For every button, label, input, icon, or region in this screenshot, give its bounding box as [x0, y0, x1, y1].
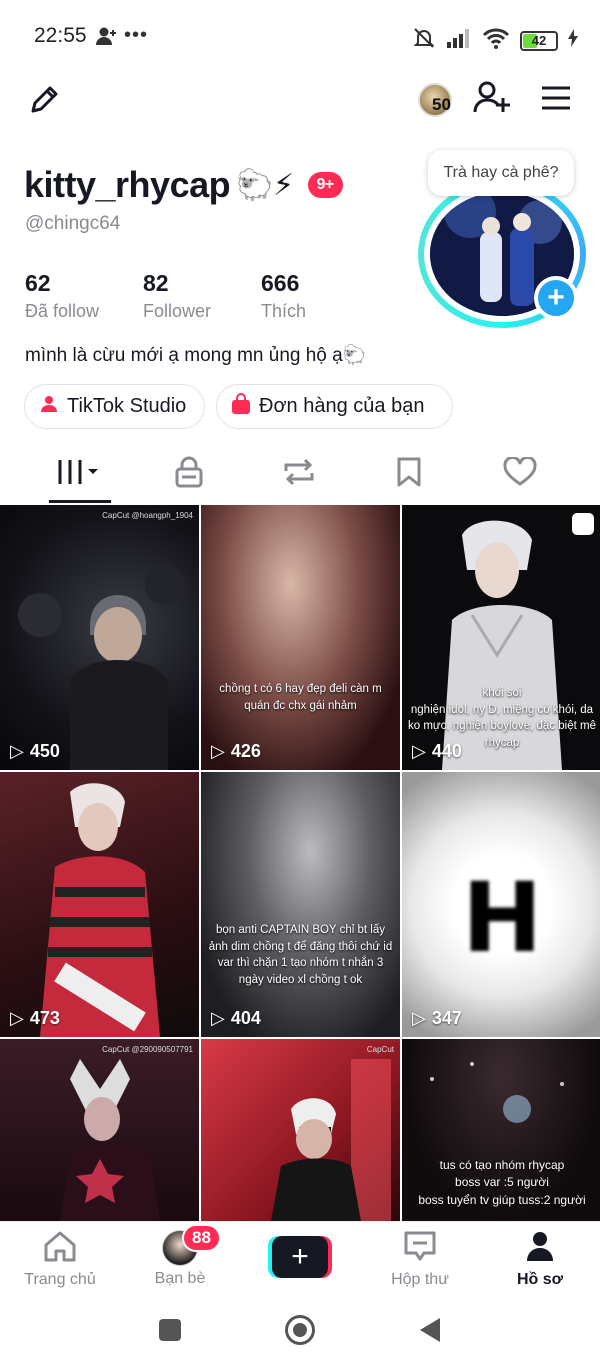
charging-icon [568, 29, 578, 52]
clock: 22:55 [34, 24, 87, 47]
status-bubble[interactable]: Trà hay cà phê? [428, 150, 574, 196]
video-thumbnail[interactable]: CapCut @hoangph_1904 ▷ 450 [0, 505, 199, 770]
lock-icon [175, 456, 203, 493]
nav-friends[interactable]: Bạn bè [120, 1230, 240, 1288]
battery-icon: 42 [520, 30, 558, 51]
view-count: ▷ 347 [412, 1008, 462, 1028]
stat-likes[interactable]: 666 Thích [261, 270, 379, 322]
nav-profile[interactable]: Hồ sơ [480, 1230, 600, 1289]
system-nav-bar [0, 1297, 600, 1367]
menu-icon[interactable] [536, 80, 576, 116]
signal-icon [446, 28, 472, 53]
create-button[interactable]: + [268, 1236, 332, 1278]
create-plus-icon: + [272, 1236, 328, 1278]
video-thumbnail[interactable]: CapCut @290090507791 [0, 1039, 199, 1221]
video-thumbnail[interactable]: bọn anti CAPTAIN BOY chỉ bt lấy ảnh dim … [201, 772, 400, 1037]
bio-text: mình là cừu mới ạ mong mn ủng hộ ạ🐑 [25, 345, 367, 366]
video-thumbnail[interactable]: chồng t có 6 hay đẹp đeli càn m quán đc … [201, 505, 400, 770]
notification-badge[interactable]: 9+ [307, 172, 343, 198]
profile-tabs [0, 446, 600, 504]
wifi-icon [482, 27, 510, 54]
play-icon: ▷ [211, 741, 225, 761]
user-handle: @chingc64 [25, 213, 121, 234]
nav-home[interactable]: Trang chủ [0, 1230, 120, 1289]
home-icon [43, 1230, 77, 1267]
tab-active-indicator [49, 500, 111, 503]
studio-icon [39, 394, 59, 420]
multi-image-icon [572, 513, 594, 535]
tiktok-studio-button[interactable]: TikTok Studio [24, 384, 205, 429]
profile-icon [524, 1230, 556, 1267]
profile-avatar[interactable]: + [418, 180, 586, 328]
nav-inbox[interactable]: Hộp thư [360, 1230, 480, 1289]
add-friend-icon[interactable] [470, 78, 514, 118]
more-notifications-icon: ••• [124, 24, 149, 46]
tab-private[interactable] [134, 446, 244, 502]
view-count: ▷ 450 [10, 741, 60, 761]
shopping-bag-icon [231, 392, 251, 421]
video-thumbnail[interactable]: H ▷ 347 [402, 772, 600, 1037]
view-count: ▷ 404 [211, 1008, 261, 1028]
person-icon [96, 26, 118, 51]
video-grid: CapCut @hoangph_1904 ▷ 450 chồng t có 6 h… [0, 505, 600, 1221]
play-icon: ▷ [10, 1008, 24, 1028]
inbox-icon [403, 1230, 437, 1267]
view-count: ▷ 426 [211, 741, 261, 761]
add-story-button[interactable]: + [534, 276, 578, 320]
orders-button[interactable]: Đơn hàng của bạn [216, 384, 453, 429]
play-icon: ▷ [412, 741, 426, 761]
stat-following[interactable]: 62 Đã follow [25, 270, 143, 322]
name-emoji: 🐑⚡ [236, 168, 294, 202]
heart-icon [503, 455, 537, 492]
bookmark-icon [397, 457, 421, 492]
tab-bookmarks[interactable] [354, 446, 464, 502]
play-icon: ▷ [412, 1008, 426, 1028]
stat-followers[interactable]: 82 Follower [143, 270, 261, 322]
coin-avatar-icon[interactable]: 50 [410, 80, 460, 120]
status-bar: 22:55 ••• 42 [0, 0, 600, 70]
display-name: kitty_rhycap [24, 164, 231, 205]
status-icons: 42 [412, 26, 578, 55]
friends-badge: 88 [182, 1224, 221, 1252]
recents-square-icon[interactable] [159, 1319, 181, 1341]
grid-icon [56, 457, 104, 492]
play-icon: ▷ [211, 1008, 225, 1028]
muted-bell-icon [412, 26, 436, 55]
home-circle-icon[interactable] [285, 1315, 315, 1345]
video-thumbnail[interactable]: CapCut [201, 1039, 400, 1221]
video-thumbnail[interactable]: tus có tạo nhóm rhycap boss var :5 người… [402, 1039, 600, 1221]
tab-liked[interactable] [465, 446, 575, 502]
view-count: ▷ 440 [412, 741, 462, 761]
play-icon: ▷ [10, 741, 24, 761]
repost-icon [282, 457, 316, 492]
tab-videos[interactable] [25, 446, 135, 502]
view-count: ▷ 473 [10, 1008, 60, 1028]
tab-reposts[interactable] [244, 446, 354, 502]
stats-row: 62 Đã follow 82 Follower 666 Thích [25, 270, 379, 322]
edit-pencil-icon[interactable] [24, 80, 64, 120]
video-thumbnail[interactable]: khói soi nghiện idol, ny D, miệng có khó… [402, 505, 600, 770]
back-triangle-icon[interactable] [418, 1317, 442, 1348]
display-name-row: kitty_rhycap 🐑⚡ 9+ [24, 164, 343, 206]
video-thumbnail[interactable]: ▷ 473 [0, 772, 199, 1037]
